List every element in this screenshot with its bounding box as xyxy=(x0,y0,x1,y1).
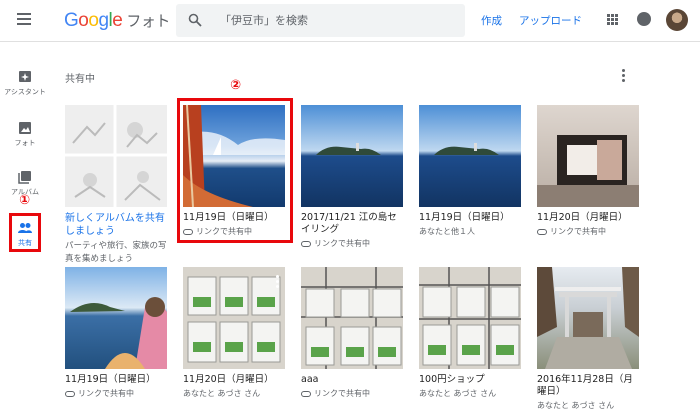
apps-grid-icon[interactable] xyxy=(607,14,618,25)
search-input[interactable] xyxy=(220,4,450,37)
sidebar-item-sharing[interactable]: 共有 xyxy=(0,221,50,248)
album-subtitle: あなたと あづさ さん xyxy=(183,389,261,398)
album-subtitle: リンクで共有中 xyxy=(183,226,285,237)
menu-icon[interactable] xyxy=(17,13,31,25)
google-photos-logo[interactable]: Google フォト xyxy=(64,10,170,32)
album-subtitle: リンクで共有中 xyxy=(65,388,167,399)
album-title: 11月19日（日曜日） xyxy=(65,374,156,385)
search-box[interactable] xyxy=(176,4,465,37)
create-button[interactable]: 作成 xyxy=(481,13,502,28)
album-card[interactable]: 11月20日（月曜日） リンクで共有中 xyxy=(537,105,639,237)
avatar[interactable] xyxy=(666,9,688,31)
album-thumbnail xyxy=(419,267,521,369)
album-card[interactable]: 11月20日（月曜日） あなたと あづさ さん xyxy=(183,267,285,399)
album-subtitle: リンクで共有中 xyxy=(537,226,639,237)
new-album-card[interactable]: 新しくアルバムを共有しましょう パーティや旅行、家族の写真を集めましょう xyxy=(65,105,167,266)
album-title: 11月19日（日曜日） xyxy=(419,212,510,223)
album-thumbnail xyxy=(183,105,285,207)
album-subtitle: あなたと あづさ さん xyxy=(419,389,497,398)
new-album-subtitle: パーティや旅行、家族の写真を集めましょう xyxy=(65,241,167,264)
album-thumbnail xyxy=(537,105,639,207)
album-thumbnail xyxy=(537,267,639,369)
album-icon xyxy=(18,171,31,184)
link-icon xyxy=(301,390,311,397)
annotation-number-2: ② xyxy=(230,78,242,93)
album-title: 2017/11/21 江の島セイリング xyxy=(301,212,397,235)
album-title: aaa xyxy=(301,374,319,385)
notifications-icon[interactable] xyxy=(637,12,651,26)
assistant-icon xyxy=(19,71,31,82)
link-icon xyxy=(65,390,75,397)
album-card[interactable]: 2016年11月28日（月曜日） あなたと あづさ さん xyxy=(537,267,639,411)
album-subtitle: あなたと他１人 xyxy=(419,227,475,236)
sidebar-item-assistant[interactable]: アシスタント xyxy=(0,70,50,97)
search-icon xyxy=(188,13,202,27)
album-card[interactable]: 2017/11/21 江の島セイリング リンクで共有中 xyxy=(301,105,403,249)
album-thumbnail xyxy=(301,105,403,207)
album-subtitle: リンクで共有中 xyxy=(301,238,403,249)
album-thumbnail xyxy=(419,105,521,207)
album-thumbnail xyxy=(65,267,167,369)
link-icon xyxy=(301,240,311,247)
people-icon xyxy=(18,223,32,233)
album-title: 100円ショップ xyxy=(419,374,485,385)
album-title: 11月20日（月曜日） xyxy=(183,374,274,385)
album-thumbnail xyxy=(183,267,285,369)
new-album-illustration xyxy=(65,105,167,207)
album-thumbnail xyxy=(301,267,403,369)
album-card[interactable]: 11月19日（日曜日） あなたと他１人 xyxy=(419,105,521,237)
album-title: 11月19日（日曜日） xyxy=(183,212,274,223)
more-options-icon[interactable] xyxy=(276,275,279,290)
album-card[interactable]: aaa リンクで共有中 xyxy=(301,267,403,399)
more-options-icon[interactable] xyxy=(622,69,626,83)
album-subtitle: あなたと あづさ さん xyxy=(537,401,615,410)
link-icon xyxy=(537,228,547,235)
annotation-number-1: ① xyxy=(19,193,31,208)
album-card[interactable]: 11月19日（日曜日） リンクで共有中 xyxy=(183,105,285,237)
album-card[interactable]: 100円ショップ あなたと あづさ さん xyxy=(419,267,521,399)
link-icon xyxy=(183,228,193,235)
album-card[interactable]: 11月19日（日曜日） リンクで共有中 xyxy=(65,267,167,399)
photo-icon xyxy=(19,122,31,134)
album-title: 2016年11月28日（月曜日） xyxy=(537,374,633,397)
upload-button[interactable]: アップロード xyxy=(519,13,582,28)
album-title: 11月20日（月曜日） xyxy=(537,212,628,223)
section-title: 共有中 xyxy=(65,74,95,85)
sidebar-item-photos[interactable]: フォト xyxy=(0,121,50,148)
new-album-title[interactable]: 新しくアルバムを共有しましょう xyxy=(65,212,167,238)
top-bar: Googleフォト 作成 アップロード xyxy=(0,0,700,42)
album-subtitle: リンクで共有中 xyxy=(301,388,403,399)
